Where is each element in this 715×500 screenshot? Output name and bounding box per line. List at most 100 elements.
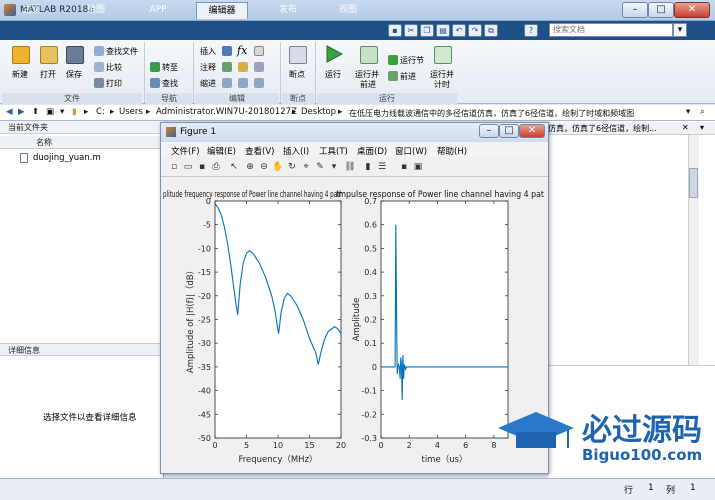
menu-file[interactable]: 文件(F) — [171, 145, 200, 157]
insert-colorbar-icon[interactable]: ▮ — [362, 161, 374, 173]
decrease-indent-icon[interactable] — [254, 78, 264, 88]
increase-indent-icon[interactable] — [238, 78, 248, 88]
minimize-button[interactable]: – — [622, 2, 648, 18]
insert-section-icon[interactable] — [222, 46, 232, 56]
watermark-logo-icon: 必过源码 Biguo100.com — [498, 412, 702, 464]
run-and-time-icon — [434, 46, 452, 64]
menu-window[interactable]: 窗口(W) — [395, 145, 427, 157]
breadcrumb-folder[interactable]: 在低压电力线载波通信中的多径信道仿真，仿真了6径信道，绘制了时域和频域图 — [349, 108, 684, 119]
data-cursor-icon[interactable]: ⌖ — [300, 161, 312, 173]
figure-maximize-button[interactable]: □ — [499, 124, 519, 138]
edit-plot-icon[interactable]: ↖ — [228, 161, 240, 173]
row-label: 行 — [624, 486, 634, 496]
redo-icon[interactable]: ↷ — [468, 24, 482, 37]
breakpoints-button[interactable]: 断点 — [289, 69, 305, 80]
cut-icon[interactable]: ✂ — [404, 24, 418, 37]
switch-window-icon[interactable]: ⧉ — [484, 24, 498, 37]
comment-button[interactable]: 注释 — [200, 62, 216, 73]
scrollbar-thumb[interactable] — [689, 168, 698, 198]
close-button[interactable]: ✕ — [674, 2, 710, 18]
insert-legend-icon[interactable]: ☰ — [376, 161, 388, 173]
brush-icon[interactable]: ✎ — [314, 161, 326, 173]
watermark-url: Biguo100.com — [582, 446, 702, 464]
zoom-out-icon[interactable]: ⊖ — [258, 161, 270, 173]
breadcrumb-separator-icon: ▸ — [146, 107, 151, 117]
run-button[interactable]: 运行 — [325, 69, 341, 80]
breadcrumb-user[interactable]: Administrator.WIN7U-20180127Z — [156, 107, 297, 117]
zoom-in-icon[interactable]: ⊕ — [244, 161, 256, 173]
smart-indent-icon[interactable] — [222, 78, 232, 88]
menu-edit[interactable]: 编辑(E) — [207, 145, 236, 157]
figure-minimize-button[interactable]: – — [479, 124, 499, 138]
panel-divider — [548, 365, 715, 366]
back-icon[interactable]: ◀ — [6, 107, 13, 117]
brush-dropdown-icon[interactable]: ▾ — [328, 161, 340, 173]
search-button[interactable]: ▾ — [673, 23, 687, 37]
tab-editor[interactable]: 编辑器 — [196, 2, 248, 19]
wrap-comments-icon[interactable] — [254, 62, 264, 72]
menu-insert[interactable]: 插入(I) — [283, 145, 309, 157]
breadcrumb-desktop[interactable]: Desktop — [301, 107, 336, 117]
run-section-button[interactable]: 运行节 — [400, 55, 424, 66]
maximize-button[interactable]: □ — [648, 2, 674, 18]
print-figure-icon[interactable]: ⎙ — [210, 161, 222, 173]
indent-button[interactable]: 缩进 — [200, 78, 216, 89]
find-button[interactable]: 查找 — [162, 78, 178, 89]
tab-apps[interactable]: APP — [134, 2, 182, 19]
menu-view[interactable]: 查看(V) — [245, 145, 274, 157]
run-and-time-label-2: 计时 — [434, 80, 450, 89]
insert-button[interactable]: 插入 — [200, 46, 216, 57]
link-plot-icon[interactable]: ⛓ — [344, 161, 356, 173]
show-plot-tools-icon[interactable]: ▣ — [412, 161, 424, 173]
menu-help[interactable]: 帮助(H) — [437, 145, 467, 157]
open-file-icon[interactable]: ▭ — [182, 161, 194, 173]
browse-folder-icon[interactable]: ▣ — [46, 107, 54, 117]
print-button[interactable]: 打印 — [106, 78, 122, 89]
m-file-icon — [20, 153, 28, 163]
figure-logo-icon — [166, 127, 176, 137]
menu-desktop[interactable]: 桌面(D) — [357, 145, 387, 157]
compare-button[interactable]: 比较 — [106, 62, 122, 73]
search-path-icon[interactable]: ⌕ — [700, 107, 705, 117]
save-button[interactable]: 保存 — [66, 69, 82, 80]
forward-icon[interactable]: ▶ — [18, 107, 25, 117]
close-editor-icon[interactable]: ✕ — [682, 123, 689, 132]
new-button[interactable]: 新建 — [12, 69, 28, 80]
save-icon[interactable]: ▪ — [388, 24, 402, 37]
comment-icon[interactable] — [222, 62, 232, 72]
undo-icon[interactable]: ↶ — [452, 24, 466, 37]
insert-dropdown-icon[interactable] — [254, 46, 264, 56]
figure-title: Figure 1 — [180, 127, 217, 137]
find-files-button[interactable]: 查找文件 — [106, 46, 138, 57]
figure-close-button[interactable]: ✕ — [519, 124, 545, 138]
new-figure-icon[interactable]: ▫ — [168, 161, 180, 173]
open-button[interactable]: 打开 — [40, 69, 56, 80]
up-folder-icon[interactable]: ⬆ — [32, 107, 39, 117]
pan-icon[interactable]: ✋ — [272, 161, 284, 173]
rotate-icon[interactable]: ↻ — [286, 161, 298, 173]
advance-button[interactable]: 前进 — [400, 71, 416, 82]
copy-icon[interactable]: ❐ — [420, 24, 434, 37]
panel-menu-icon[interactable]: ▾ — [700, 123, 704, 132]
editor-tab-title[interactable]: 仿真，仿真了6径信道，绘制... — [548, 122, 715, 135]
hide-plot-tools-icon[interactable]: ▪ — [398, 161, 410, 173]
name-column-header[interactable]: 名称 — [0, 136, 164, 149]
fx-button[interactable]: fx — [237, 44, 247, 57]
tab-plots[interactable]: 绘图 — [72, 2, 120, 19]
goto-button[interactable]: 转至 — [162, 62, 178, 73]
path-dropdown-icon[interactable]: ▾ — [60, 107, 64, 117]
breadcrumb-users[interactable]: Users — [119, 107, 143, 117]
menu-tools[interactable]: 工具(T) — [319, 145, 348, 157]
ribbon-divider — [144, 42, 145, 103]
search-documentation-input[interactable]: 搜索文档 — [549, 23, 673, 37]
tab-view[interactable]: 视图 — [322, 2, 374, 19]
help-icon[interactable]: ? — [524, 24, 538, 37]
paste-icon[interactable]: ▤ — [436, 24, 450, 37]
save-figure-icon[interactable]: ▪ — [196, 161, 208, 173]
path-history-dropdown-icon[interactable]: ▾ — [686, 107, 690, 117]
breadcrumb-drive[interactable]: C: — [96, 107, 105, 117]
uncomment-icon[interactable] — [238, 62, 248, 72]
tab-publish[interactable]: 发布 — [262, 2, 314, 19]
tab-home[interactable]: 主页 — [8, 2, 56, 19]
file-list-item[interactable]: duojing_yuan.m — [33, 153, 101, 163]
